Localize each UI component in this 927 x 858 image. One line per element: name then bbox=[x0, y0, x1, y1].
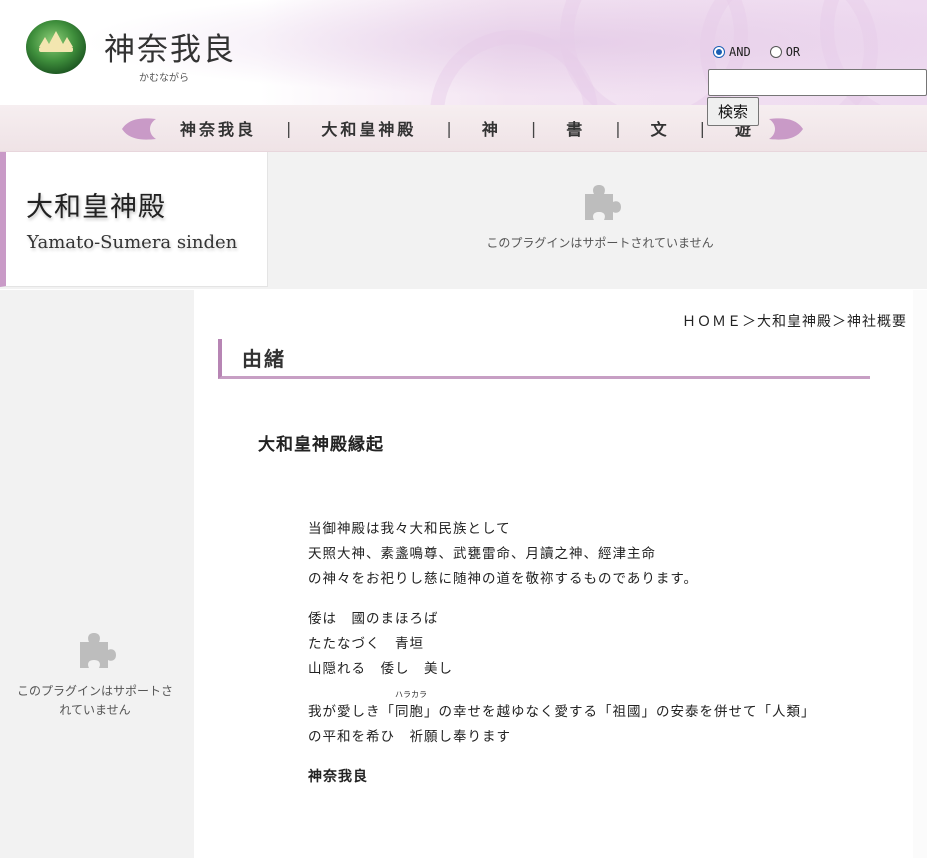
site-logo-icon[interactable] bbox=[25, 17, 87, 75]
banner-subtitle: Yamato-Sumera sinden bbox=[27, 232, 238, 253]
site-title[interactable]: 神奈我良 bbox=[104, 24, 236, 69]
search-options: AND OR bbox=[706, 45, 927, 59]
poem-line: 倭は 國のまほろば bbox=[308, 611, 439, 627]
nav-right-arrow-icon[interactable] bbox=[767, 116, 805, 142]
paragraph-line: 天照大神、素盞鳴尊、武甕雷命、月讀之神、經津主命 bbox=[308, 546, 656, 562]
paragraph-3: 我が愛しき「 ハラカラ 同胞」の幸せを越ゆなく愛する「祖國」の安泰を併せて「人類」 … bbox=[308, 691, 816, 750]
site-reading: かむながら bbox=[139, 73, 189, 84]
nav-item-bun[interactable]: 文 bbox=[651, 116, 670, 140]
nav-item-yamato-sumera-sinden[interactable]: 大和皇神殿 bbox=[321, 116, 416, 140]
nav-separator: | bbox=[699, 118, 706, 138]
search-button[interactable]: 検索 bbox=[707, 97, 759, 126]
signature: 神奈我良 bbox=[308, 769, 368, 785]
paragraph-line: の平和を希ひ 祈願し奉ります bbox=[308, 729, 511, 745]
paragraph-2: 倭は 國のまほろば たたなづく 青垣 山隠れる 倭し 美し bbox=[308, 607, 453, 682]
banner-title-box: 大和皇神殿 Yamato-Sumera sinden bbox=[0, 152, 268, 287]
nav-separator: | bbox=[446, 118, 452, 138]
or-radio[interactable] bbox=[769, 46, 782, 58]
nav-item-sho[interactable]: 書 bbox=[566, 116, 585, 140]
ruby-word: ハラカラ 同胞 bbox=[395, 691, 427, 725]
page-banner: 大和皇神殿 Yamato-Sumera sinden このプラグインはサポートさ… bbox=[0, 152, 927, 289]
right-gutter bbox=[913, 290, 927, 858]
poem-line: 山隠れる 倭し 美し bbox=[308, 661, 453, 677]
nav-separator: | bbox=[615, 118, 621, 138]
nav-separator: | bbox=[286, 118, 292, 138]
banner-title: 大和皇神殿 bbox=[26, 192, 166, 223]
sidebar-plugin-placeholder: このプラグインはサポートさ れていません bbox=[0, 628, 190, 720]
nav-separator: | bbox=[530, 118, 537, 138]
banner-plugin-message: このプラグインはサポートされていません bbox=[486, 236, 714, 250]
sidebar-plugin-message-line2: れていません bbox=[59, 703, 131, 717]
ruby-base: 同胞 bbox=[395, 704, 424, 720]
puzzle-icon bbox=[585, 185, 621, 220]
ruby-reading: ハラカラ bbox=[395, 690, 427, 699]
and-radio[interactable] bbox=[713, 46, 725, 58]
search-input[interactable] bbox=[708, 69, 927, 96]
content-subheading: 大和皇神殿縁起 bbox=[258, 435, 384, 455]
banner-plugin-placeholder: このプラグインはサポートされていません bbox=[460, 180, 740, 251]
paragraph-text: 」の幸せを越ゆなく愛する「祖國」の安泰を併せて「人類」 bbox=[424, 704, 816, 720]
or-radio-label: OR bbox=[785, 45, 801, 59]
puzzle-icon bbox=[80, 633, 116, 668]
paragraph-line: の神々をお祀りし慈に随神の道を敬祢するものであります。 bbox=[308, 571, 699, 587]
section-heading: 由緒 bbox=[218, 339, 870, 379]
nav-left-arrow-icon[interactable] bbox=[120, 116, 158, 142]
sidebar-plugin-message-line1: このプラグインはサポートさ bbox=[16, 684, 173, 698]
left-sidebar: このプラグインはサポートさ れていません bbox=[0, 290, 194, 858]
paragraph-1: 当御神殿は我々大和民族として 天照大神、素盞鳴尊、武甕雷命、月讀之神、經津主命 … bbox=[308, 517, 698, 592]
section-heading-text: 由緒 bbox=[242, 347, 286, 371]
and-radio-label: AND bbox=[729, 45, 751, 59]
nav-item-kamunagara[interactable]: 神奈我良 bbox=[180, 116, 256, 140]
breadcrumb[interactable]: ＨＯＭＥ＞大和皇神殿＞神社概要 bbox=[682, 311, 907, 331]
paragraph-line: 当御神殿は我々大和民族として bbox=[308, 521, 511, 537]
global-nav: 神奈我良 | 大和皇神殿 | 神 | 書 | 文 | 遊 bbox=[0, 105, 927, 152]
poem-line: たたなづく 青垣 bbox=[308, 636, 424, 652]
paragraph-text: 我が愛しき「 bbox=[308, 704, 395, 720]
nav-item-kami[interactable]: 神 bbox=[482, 116, 501, 140]
